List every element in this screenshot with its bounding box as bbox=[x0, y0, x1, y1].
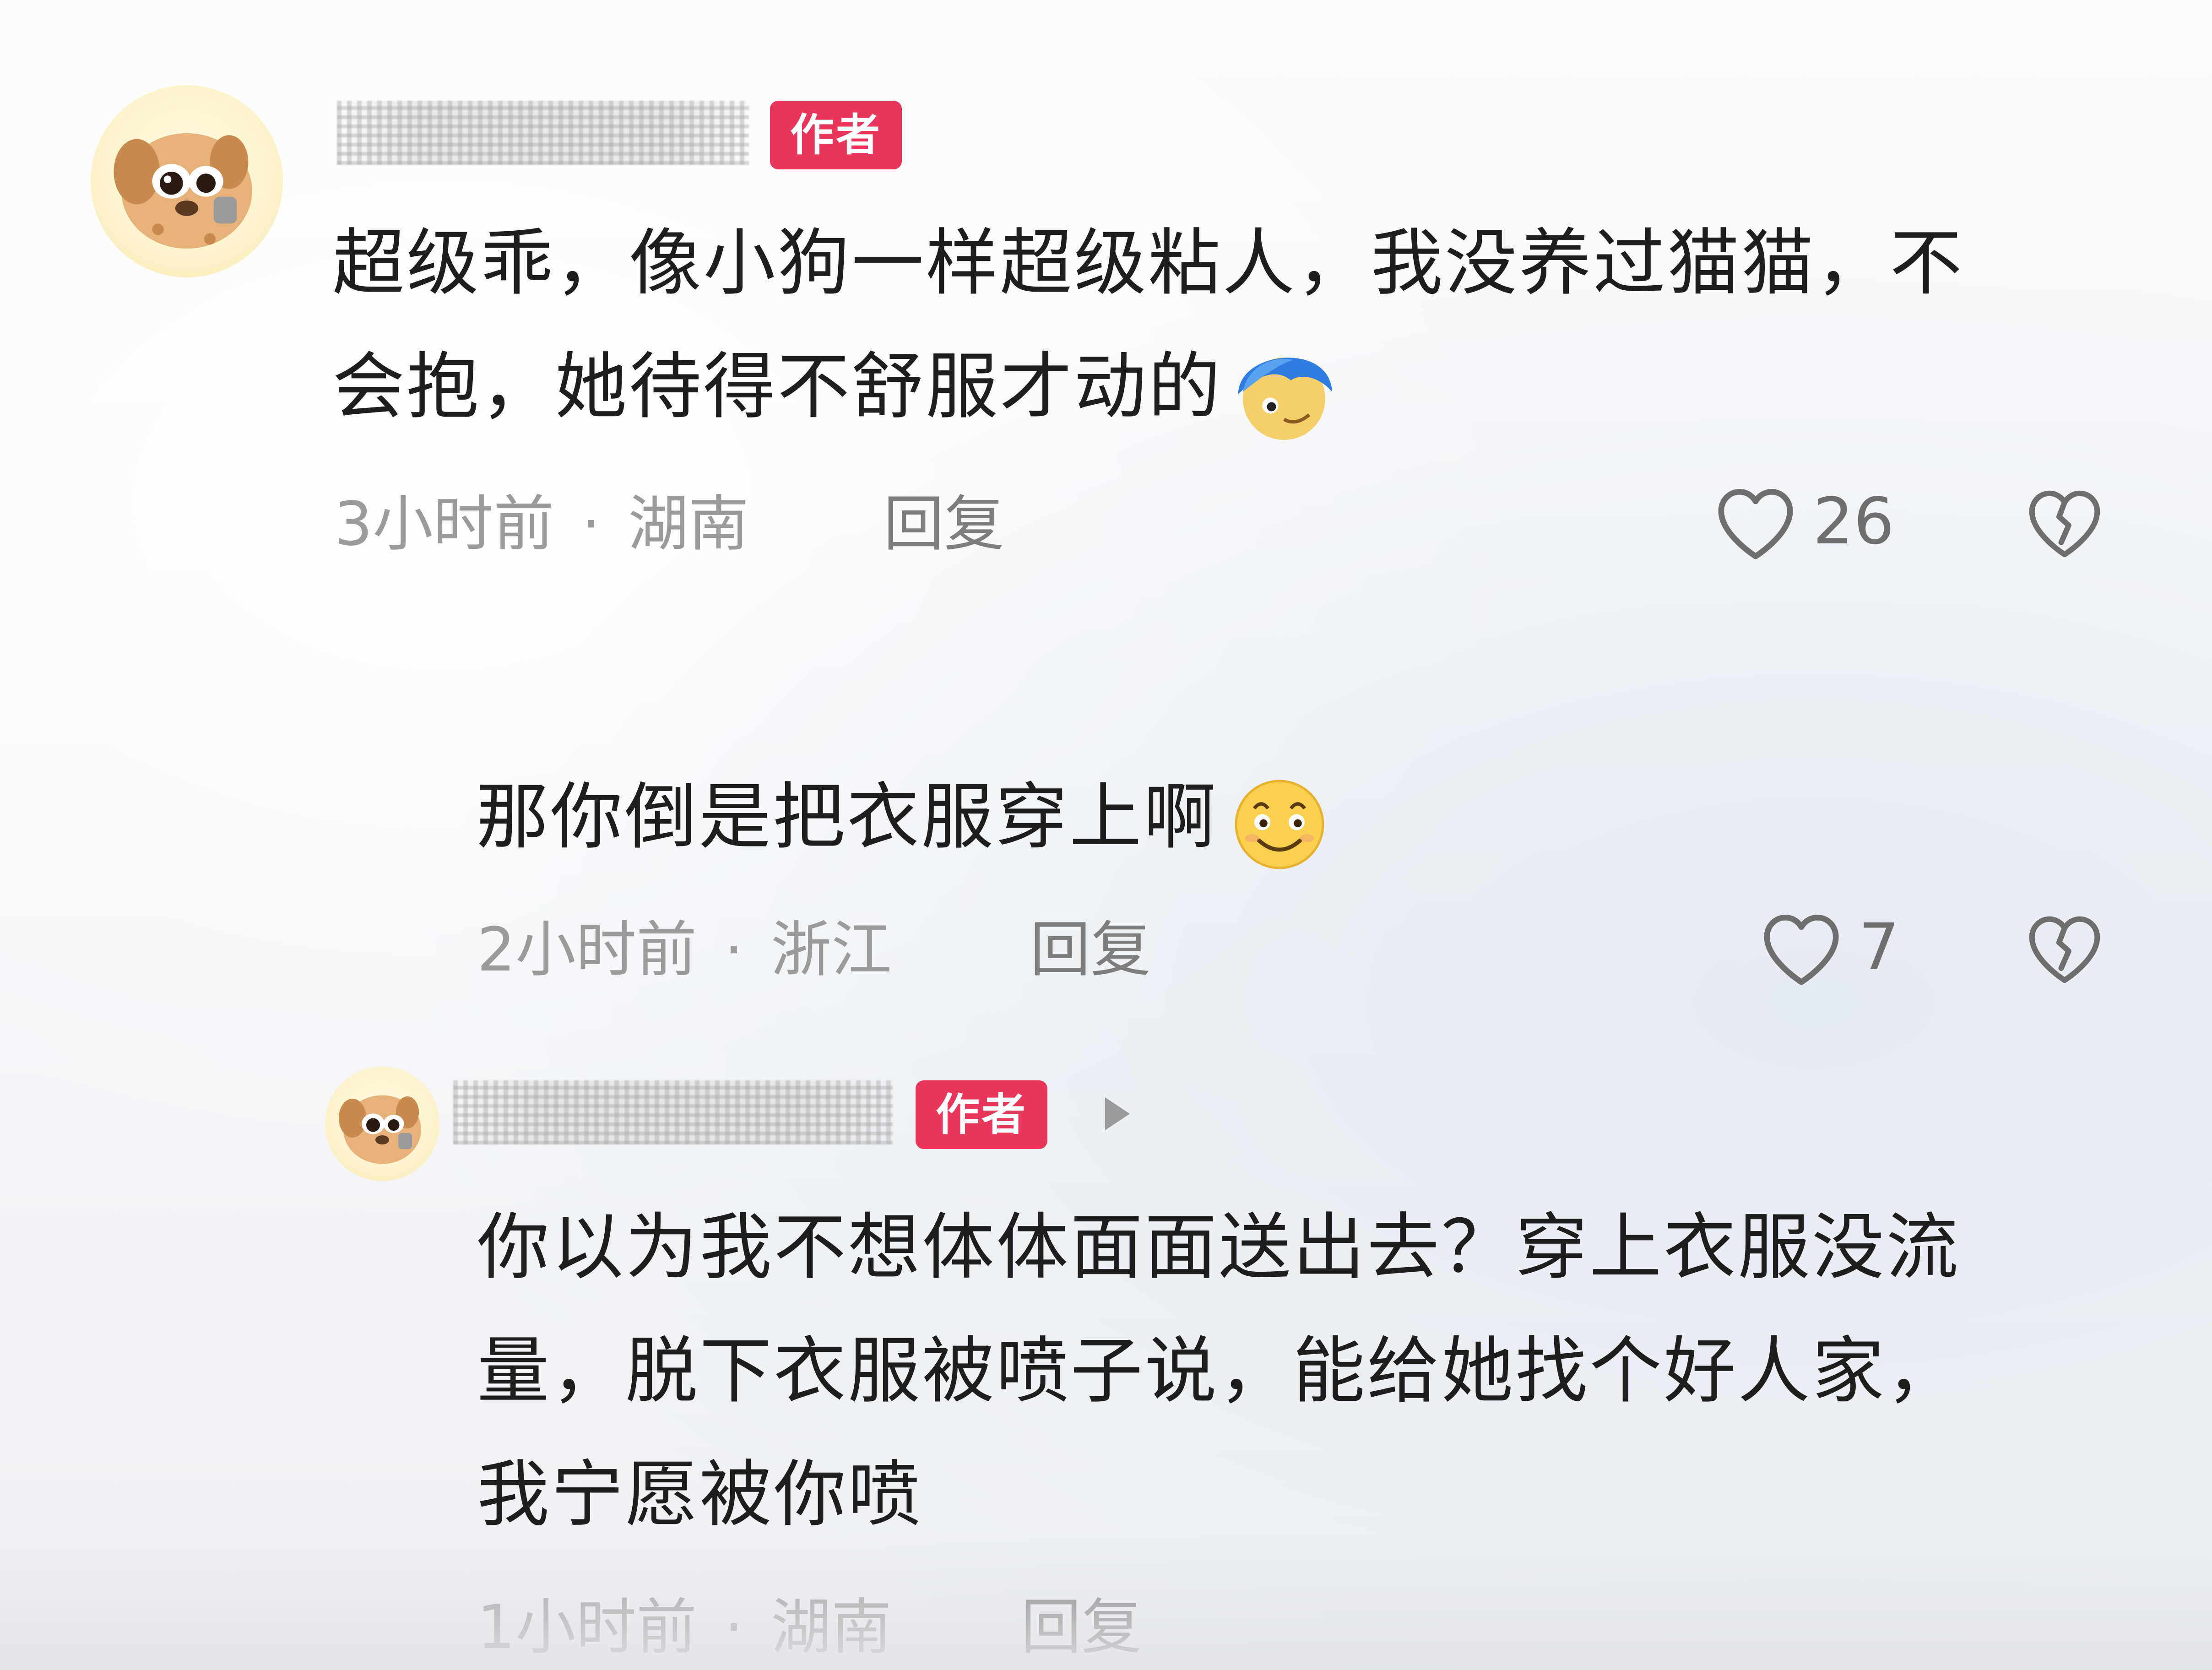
comment-text: 你以为我不想体体面面送出去？穿上衣服没流 量，脱下衣服被喷子说，能给她找个好人家… bbox=[477, 1186, 2171, 1556]
dislike-button[interactable] bbox=[2023, 481, 2106, 563]
reply-comment-text: 那你倒是把衣服穿上啊 bbox=[476, 755, 1337, 879]
comment-location: 浙江 bbox=[770, 915, 892, 985]
broken-heart-icon bbox=[2029, 916, 2100, 983]
comment-location: 湖南 bbox=[628, 489, 749, 559]
like-button[interactable]: 26 bbox=[1712, 481, 1894, 563]
comment-meta: 3小时前 · 湖南 bbox=[334, 485, 749, 563]
comment-text-line: 会抱，她待得不舒服才动的 bbox=[332, 345, 1222, 429]
dog-cartoon-icon bbox=[339, 1095, 421, 1164]
meta-separator: · bbox=[724, 1592, 743, 1663]
comment-text-line: 超级乖，像小狗一样超级粘人，我没养过猫猫，不 bbox=[332, 221, 1964, 305]
author-badge: 作者 bbox=[916, 1080, 1047, 1149]
reply-button[interactable]: 回复 bbox=[1030, 911, 1151, 989]
comment-text-line: 那你倒是把衣服穿上啊 bbox=[476, 775, 1218, 859]
reply-button[interactable]: 回复 bbox=[1021, 1589, 1142, 1666]
dog-cartoon-icon bbox=[114, 133, 252, 249]
broken-heart-icon bbox=[2029, 490, 2100, 558]
blue-hair-face-emoji-icon bbox=[1227, 335, 1341, 449]
meta-separator: · bbox=[724, 915, 743, 985]
meta-separator: · bbox=[581, 489, 601, 559]
dislike-button[interactable] bbox=[2023, 906, 2106, 989]
comment-time: 1小时前 bbox=[477, 1592, 697, 1663]
author-avatar[interactable] bbox=[91, 85, 283, 277]
heart-outline-icon bbox=[1758, 906, 1845, 989]
comment-text-line: 量，脱下衣服被喷子说，能给她找个好人家， bbox=[477, 1329, 1960, 1413]
heart-outline-icon bbox=[1712, 481, 1799, 563]
play-arrow-icon[interactable] bbox=[1097, 1093, 1138, 1134]
comment-text: 超级乖，像小狗一样超级粘人，我没养过猫猫，不 会抱，她待得不舒服才动的 bbox=[332, 201, 2118, 449]
comment-time: 3小时前 bbox=[334, 489, 554, 559]
comment-time: 2小时前 bbox=[477, 915, 697, 985]
like-button[interactable]: 7 bbox=[1758, 906, 1899, 989]
like-count: 7 bbox=[1859, 910, 1900, 985]
comment-location: 湖南 bbox=[770, 1592, 892, 1663]
author-username[interactable]: ██████████ bbox=[337, 101, 749, 165]
comment-meta: 1小时前 · 湖南 bbox=[477, 1589, 892, 1666]
comment-text-line: 我宁愿被你喷 bbox=[477, 1453, 922, 1537]
author-username[interactable]: ██████████ bbox=[453, 1080, 893, 1144]
comment-meta: 2小时前 · 浙江 bbox=[477, 911, 892, 989]
reply-button[interactable]: 回复 bbox=[884, 485, 1004, 563]
comment-text-line: 你以为我不想体体面面送出去？穿上衣服没流 bbox=[477, 1205, 1960, 1290]
author-badge: 作者 bbox=[770, 101, 902, 169]
like-count: 26 bbox=[1813, 484, 1895, 559]
smiling-face-emoji-icon bbox=[1222, 765, 1337, 879]
author-avatar[interactable] bbox=[325, 1067, 439, 1181]
